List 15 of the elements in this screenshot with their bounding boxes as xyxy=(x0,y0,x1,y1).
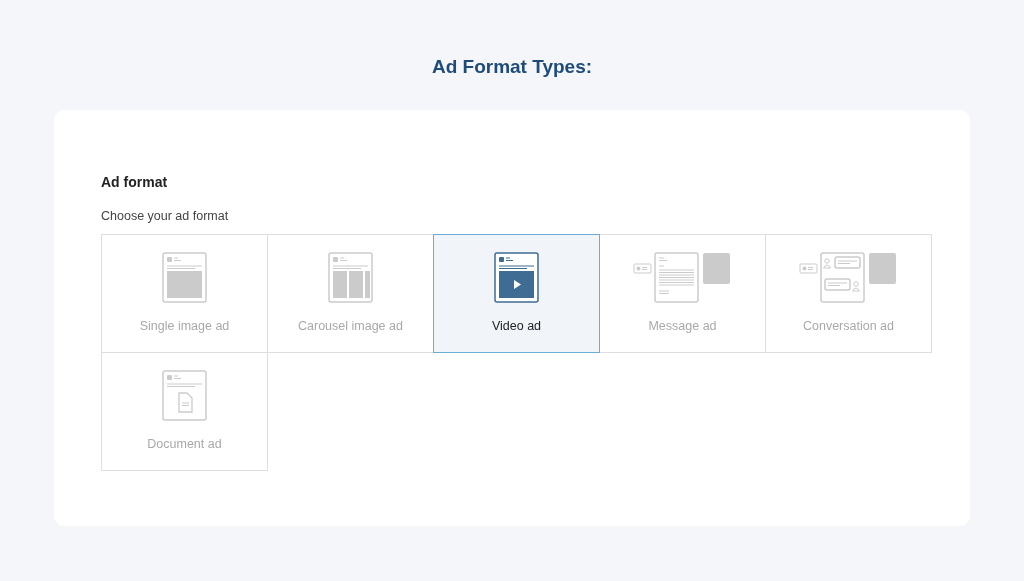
page-heading: Ad Format Types: xyxy=(430,55,594,79)
section-subtitle: Choose your ad format xyxy=(101,208,230,225)
ad-format-option[interactable]: Single image ad xyxy=(101,233,268,353)
document-ad-icon xyxy=(161,369,208,422)
conversation-ad-icon xyxy=(798,251,899,304)
ad-format-option[interactable]: Carousel image ad xyxy=(267,233,434,353)
ad-format-option[interactable]: Document ad xyxy=(101,351,268,471)
carousel-ad-icon xyxy=(327,251,374,304)
ad-format-option[interactable]: Message ad xyxy=(599,233,766,353)
ad-format-option[interactable]: Video ad xyxy=(433,233,600,353)
section-title: Ad format xyxy=(101,173,169,192)
message-ad-icon xyxy=(632,251,733,304)
single-ad-icon xyxy=(161,251,208,304)
ad-format-option[interactable]: Conversation ad xyxy=(765,233,932,353)
video-ad-icon xyxy=(493,251,540,304)
